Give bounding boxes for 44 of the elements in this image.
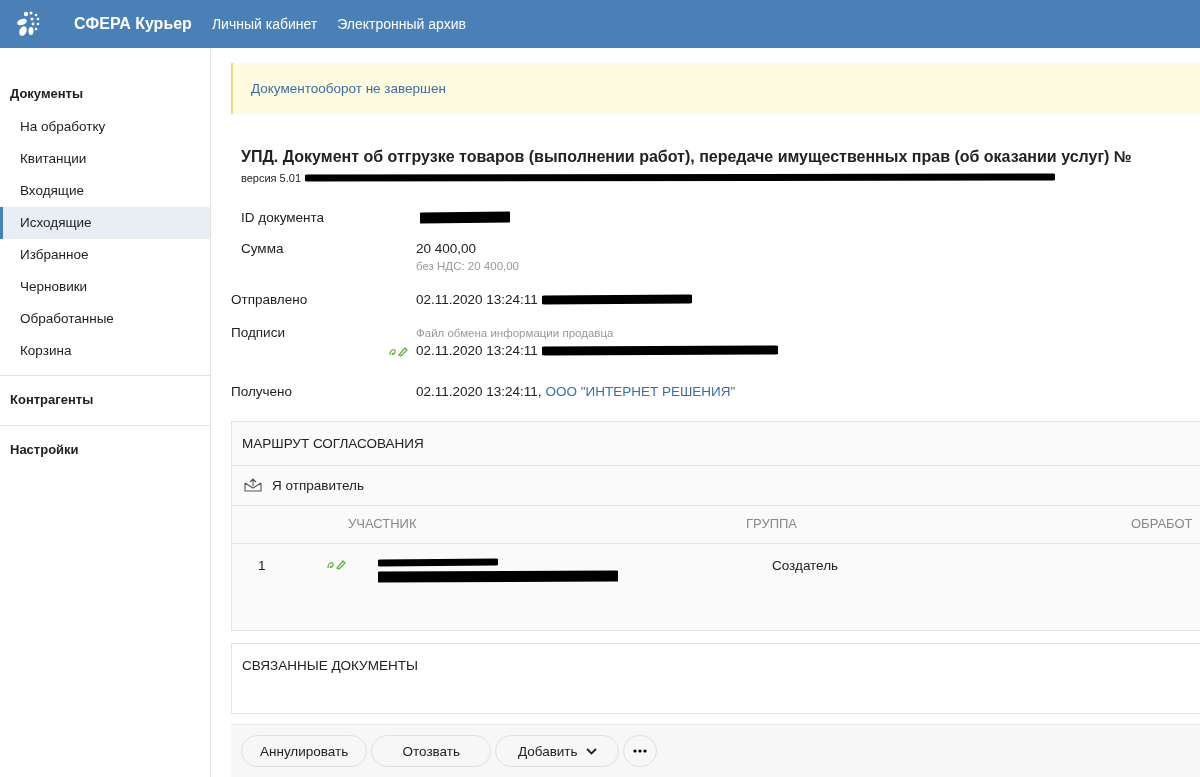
sidebar-item[interactable]: На обработку — [0, 111, 210, 143]
column-header: ОБРАБОТ — [1131, 515, 1194, 531]
sidebar-section-title[interactable]: Контрагенты — [0, 382, 210, 417]
nav-link[interactable]: Личный кабинет — [211, 16, 318, 32]
action-button[interactable]: Аннулировать — [241, 735, 368, 767]
field-label: Подписи — [231, 325, 286, 342]
card-title: МАРШРУТ СОГЛАСОВАНИЯ — [232, 421, 1200, 466]
status-alert: Документооборот не завершен — [231, 63, 1200, 114]
row-number: 1 — [258, 557, 267, 575]
sent-date: 02.11.2020 13:24:11 — [416, 292, 538, 307]
sidebar-item[interactable]: Квитанции — [0, 143, 210, 175]
app-brand: СФЕРА Курьер — [74, 15, 192, 33]
nav-link[interactable]: Электронный архив — [337, 16, 466, 32]
field-label: Сумма — [241, 241, 285, 258]
table-cell-text: Создатель — [772, 557, 840, 575]
sidebar-item[interactable]: Входящие — [0, 175, 210, 207]
field-label: Отправлено — [231, 292, 309, 307]
envelope-icon — [244, 478, 262, 492]
add-button[interactable]: Добавить — [495, 735, 620, 767]
received-date: 02.11.2020 13:24:11, — [416, 383, 542, 399]
document-title: УПД. Документ об отгрузке товаров (выполнении работ), передаче имущественных прав (об оказании услуг) № — [241, 148, 1133, 166]
counterparty-link[interactable]: ООО "ИНТЕРНЕТ РЕШЕНИЯ" — [545, 383, 736, 399]
action-button[interactable]: Отозвать — [371, 735, 492, 767]
caret-icon — [585, 747, 597, 755]
sidebar-item[interactable]: Корзина — [0, 335, 210, 367]
column-header: УЧАСТНИК — [348, 515, 418, 531]
more-icon — [633, 749, 648, 753]
card-title: СВЯЗАННЫЕ ДОКУМЕНТЫ — [242, 657, 418, 673]
field-label: Получено — [231, 383, 294, 399]
signature-date: 02.11.2020 13:24:11 — [416, 343, 538, 358]
sidebar-item[interactable]: Избранное — [0, 239, 210, 271]
more-button[interactable] — [623, 735, 658, 767]
document-version: версия 5.01 — [241, 172, 302, 184]
sum-value: 20 400,00 — [416, 241, 477, 256]
sidebar-section-title[interactable]: Документы — [0, 76, 210, 111]
sum-note: без НДС: 20 400,00 — [416, 260, 521, 272]
signature-caption: Файл обмена информации продавца — [416, 327, 615, 339]
role-label: Я отправитель — [272, 477, 364, 493]
sidebar-section-title[interactable]: Настройки — [0, 432, 210, 467]
column-header: ГРУППА — [746, 515, 799, 531]
field-label: ID документа — [241, 210, 326, 225]
sidebar-item[interactable]: Обработанные — [0, 303, 210, 335]
sidebar-item[interactable]: Черновики — [0, 271, 210, 303]
sidebar-item[interactable]: Исходящие — [0, 207, 210, 239]
